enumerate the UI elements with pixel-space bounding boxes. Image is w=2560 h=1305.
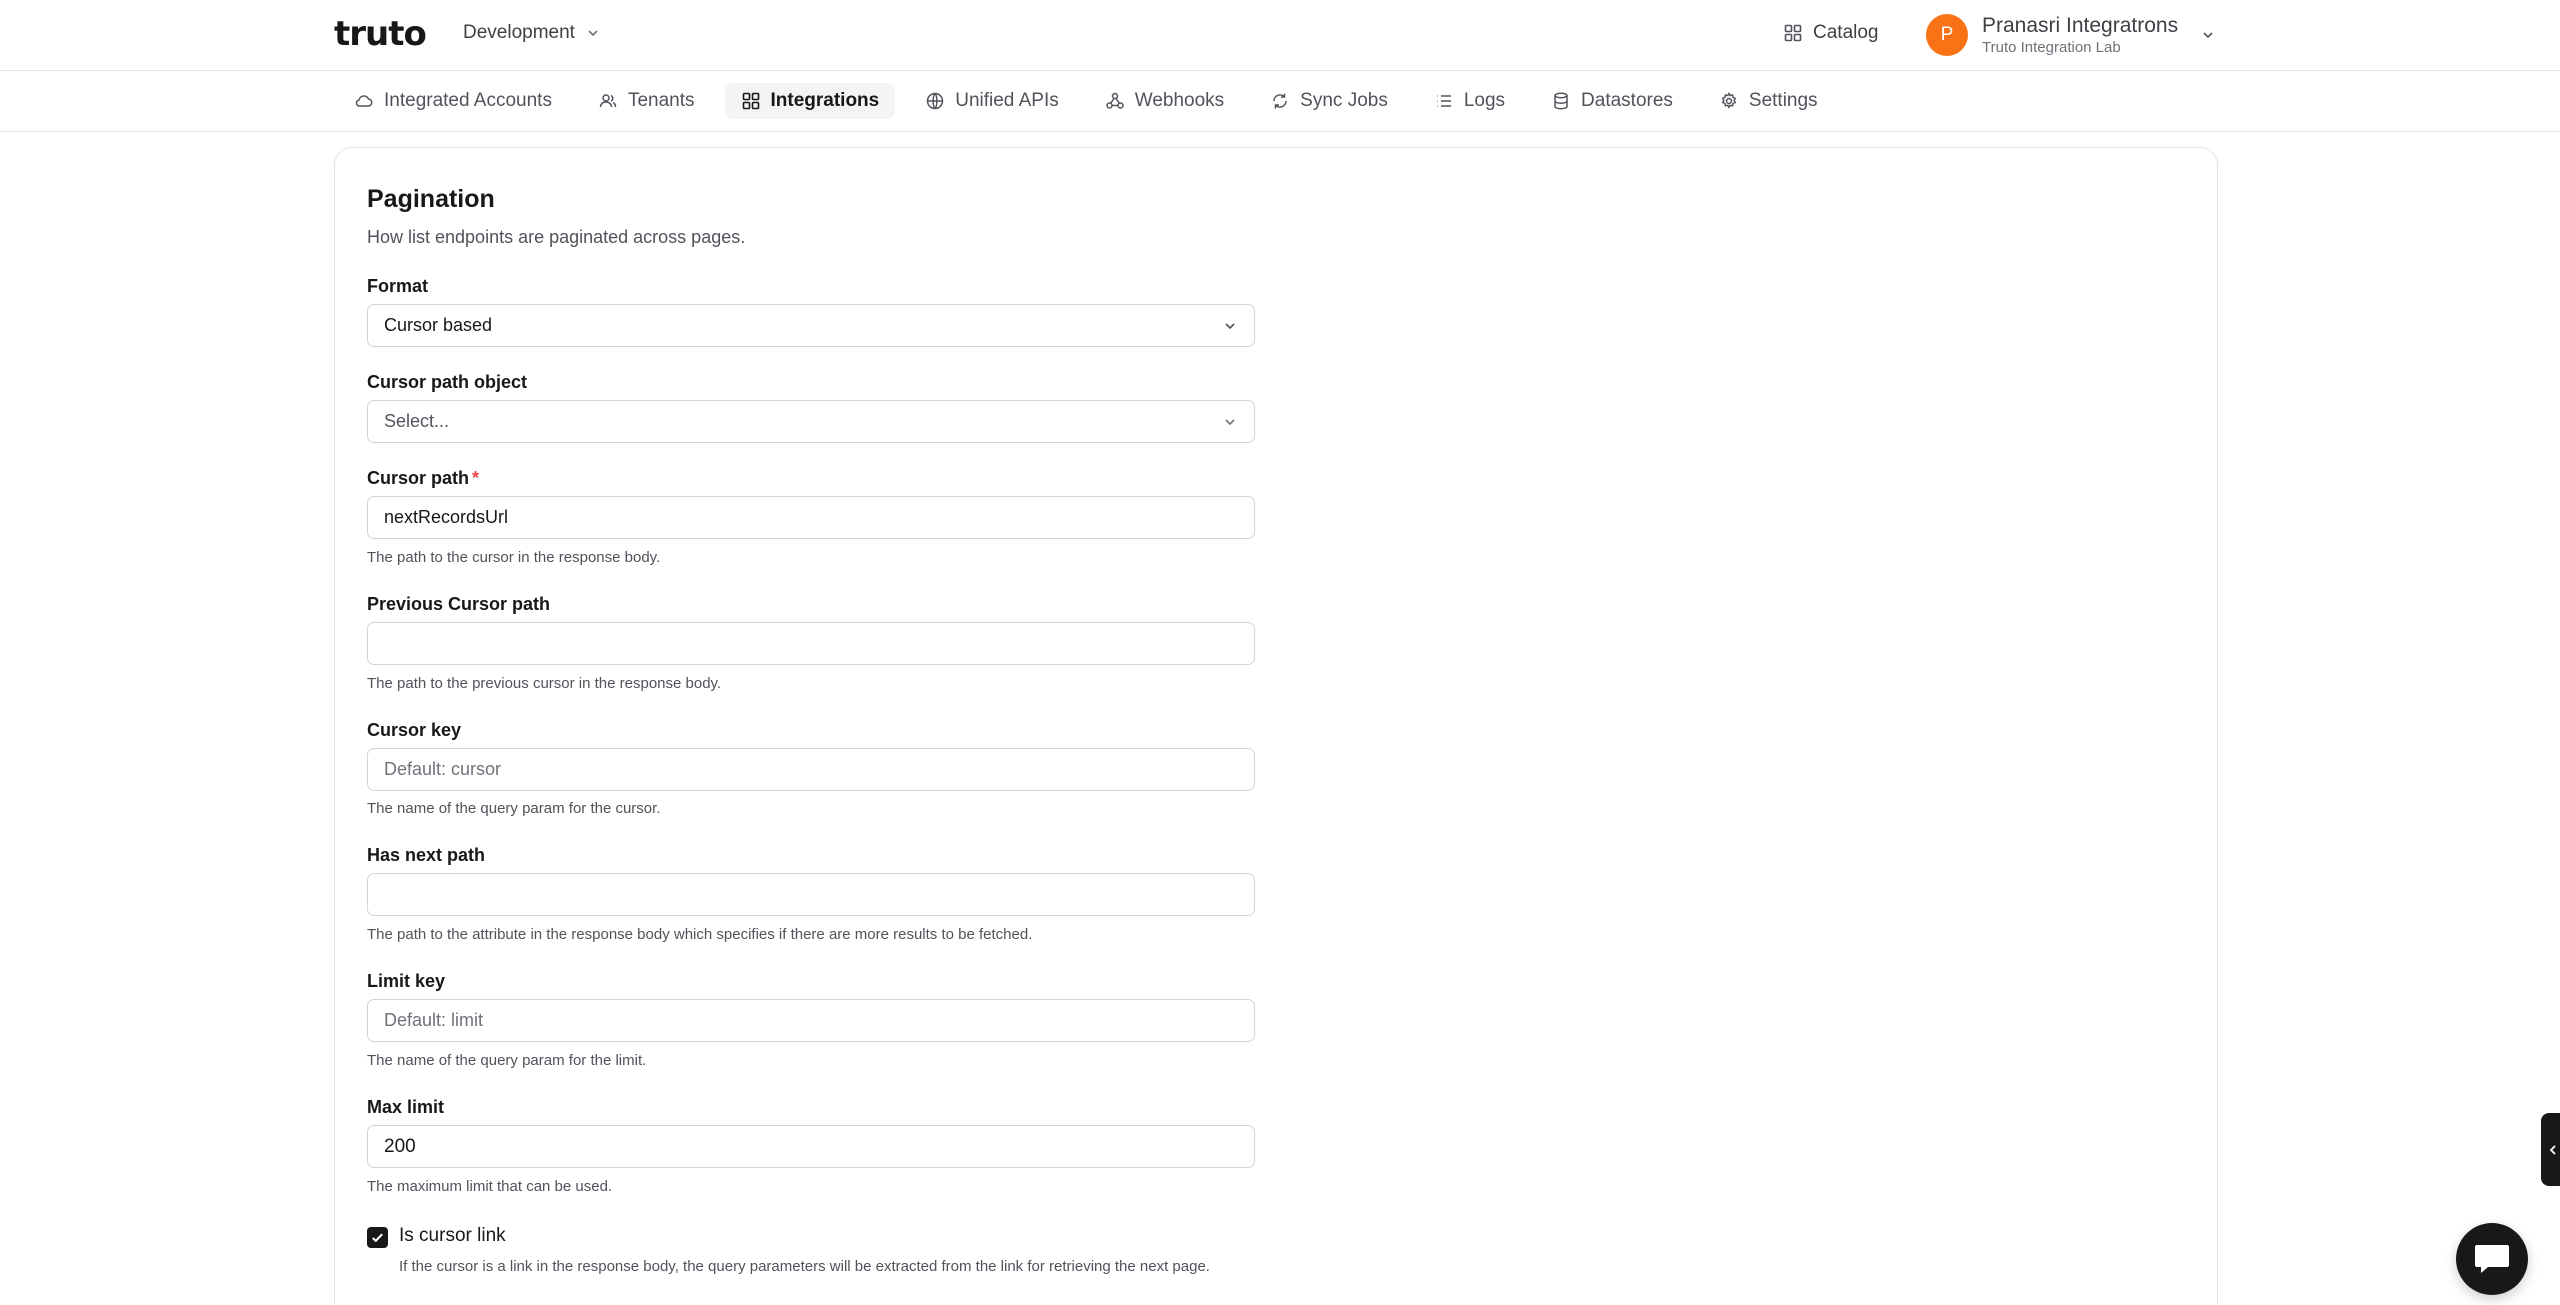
cursor-path-input[interactable] [367, 496, 1255, 539]
section-description: How list endpoints are paginated across … [367, 227, 746, 247]
tab-label: Integrations [770, 90, 880, 111]
has-next-path-hint: The path to the attribute in the respons… [367, 926, 1033, 943]
tab-label: Tenants [627, 90, 695, 111]
tab-webhooks[interactable]: Webhooks [1089, 83, 1240, 119]
grid-icon [742, 92, 759, 110]
chat-button[interactable] [2456, 1223, 2528, 1295]
tab-unified-apis[interactable]: Unified APIs [909, 83, 1075, 119]
required-marker: * [472, 468, 480, 488]
chevron-down-icon [1225, 322, 1235, 329]
format-value: Cursor based [384, 315, 493, 335]
logo-text: truto [334, 14, 427, 54]
chevron-down-icon [2203, 32, 2213, 39]
globe-icon [926, 92, 944, 110]
cursor-key-hint: The name of the query param for the curs… [367, 800, 661, 817]
has-next-path-input[interactable] [367, 873, 1255, 916]
tab-label: Logs [1463, 90, 1506, 111]
limit-key-hint: The name of the query param for the limi… [367, 1052, 647, 1069]
tab-label: Settings [1748, 90, 1818, 111]
tab-label: Integrated Accounts [384, 90, 552, 111]
tab-settings[interactable]: Settings [1703, 83, 1834, 119]
chevron-down-icon [588, 30, 598, 37]
chevron-down-icon [1225, 418, 1235, 425]
format-select[interactable]: Cursor based [367, 304, 1255, 347]
avatar-initial: P [1940, 24, 1954, 45]
tab-label: Unified APIs [955, 90, 1059, 111]
cursor-path-object-label: Cursor path object [367, 372, 528, 392]
limit-key-label: Limit key [367, 971, 446, 991]
previous-cursor-path-hint: The path to the previous cursor in the r… [367, 675, 722, 692]
user-info: Pranasri Integratrons Truto Integration … [1982, 13, 2178, 56]
tab-label: Webhooks [1134, 90, 1225, 111]
chat-icon [2475, 1245, 2509, 1273]
check-icon [372, 1233, 383, 1243]
is-cursor-link-label[interactable]: Is cursor link [399, 1225, 506, 1247]
tab-label: Sync Jobs [1300, 90, 1388, 111]
webhook-icon [1105, 92, 1124, 109]
tab-label: Datastores [1581, 90, 1673, 111]
gear-icon [1721, 92, 1737, 109]
previous-cursor-path-input[interactable] [367, 622, 1255, 665]
top-header: truto Development Catalog P Pranasri Int… [0, 0, 2560, 71]
tab-sync-jobs[interactable]: Sync Jobs [1254, 83, 1404, 119]
section-title: Pagination [367, 185, 495, 213]
max-limit-label: Max limit [367, 1097, 445, 1117]
tab-logs[interactable]: Logs [1418, 83, 1521, 119]
catalog-label: Catalog [1813, 22, 1879, 43]
avatar: P [1926, 14, 1968, 56]
max-limit-hint: The maximum limit that can be used. [367, 1178, 613, 1195]
tab-datastores[interactable]: Datastores [1535, 83, 1689, 119]
environment-switcher[interactable]: Development [463, 20, 601, 46]
cursor-path-object-placeholder: Select... [384, 411, 450, 431]
tab-tenants[interactable]: Tenants [582, 83, 711, 119]
tab-integrations[interactable]: Integrations [724, 83, 896, 119]
cursor-path-label: Cursor path * [367, 468, 479, 489]
sync-icon [1273, 93, 1287, 109]
cloud-icon [355, 95, 373, 107]
cursor-path-label-text: Cursor path [367, 468, 470, 488]
cursor-key-label: Cursor key [367, 720, 462, 740]
chevron-left-icon [2549, 1144, 2556, 1155]
users-icon [599, 94, 617, 108]
user-org: Truto Integration Lab [1982, 38, 2121, 56]
side-panel-toggle[interactable] [2541, 1113, 2560, 1186]
truto-logo[interactable]: truto [334, 14, 427, 54]
cursor-path-object-select[interactable]: Select... [367, 400, 1255, 443]
list-icon [1436, 95, 1451, 107]
nav-tabs: Integrated Accounts Tenants Integrations… [338, 83, 1848, 119]
catalog-button[interactable]: Catalog [1783, 19, 1879, 47]
previous-cursor-path-label: Previous Cursor path [367, 594, 551, 614]
database-icon [1554, 92, 1568, 110]
is-cursor-link-checkbox[interactable] [367, 1227, 388, 1248]
cursor-key-input[interactable] [367, 748, 1255, 791]
user-name: Pranasri Integratrons [1982, 14, 2179, 38]
main-nav: Integrated Accounts Tenants Integrations… [0, 71, 2560, 132]
tab-integrated-accounts[interactable]: Integrated Accounts [338, 83, 568, 119]
max-limit-input[interactable] [367, 1125, 1255, 1168]
format-label: Format [367, 276, 429, 296]
user-menu[interactable]: P Pranasri Integratrons Truto Integratio… [1926, 10, 2216, 60]
is-cursor-link-hint: If the cursor is a link in the response … [399, 1258, 1210, 1275]
has-next-path-label: Has next path [367, 845, 486, 865]
environment-label: Development [463, 22, 575, 43]
cursor-path-hint: The path to the cursor in the response b… [367, 549, 661, 566]
grid-icon [1784, 24, 1802, 42]
limit-key-input[interactable] [367, 999, 1255, 1042]
